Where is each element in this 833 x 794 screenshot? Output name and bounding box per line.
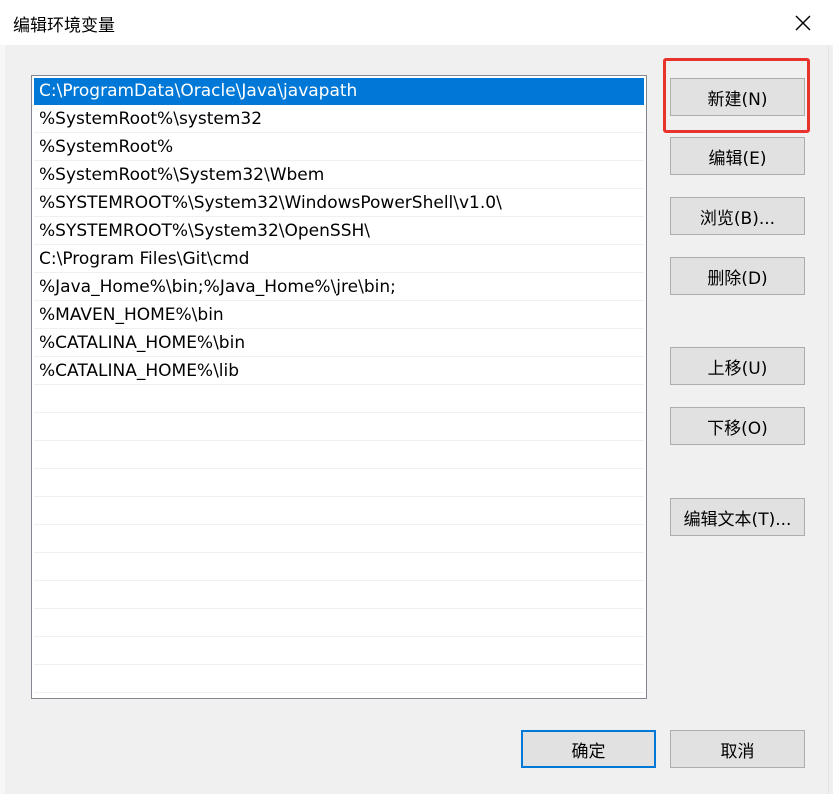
ok-button[interactable]: 确定	[521, 730, 656, 768]
list-item[interactable]: %SYSTEMROOT%\System32\OpenSSH\	[34, 218, 644, 245]
list-item[interactable]: %Java_Home%\bin;%Java_Home%\jre\bin;	[34, 274, 644, 301]
edit-button[interactable]: 编辑(E)	[670, 137, 805, 175]
delete-button[interactable]: 删除(D)	[670, 257, 805, 295]
list-item[interactable]: %SystemRoot%\System32\Wbem	[34, 162, 644, 189]
close-button[interactable]	[773, 0, 833, 45]
background-window-edge	[0, 45, 5, 794]
title-bar: 编辑环境变量	[0, 0, 833, 45]
move-up-button[interactable]: 上移(U)	[670, 347, 805, 385]
close-icon	[795, 15, 811, 30]
list-item[interactable]: C:\ProgramData\Oracle\Java\javapath	[34, 78, 644, 105]
empty-list-row[interactable]	[34, 414, 644, 441]
cancel-button[interactable]: 取消	[670, 730, 805, 768]
empty-list-row[interactable]	[34, 526, 644, 553]
background-window-edge-right	[828, 45, 833, 794]
move-down-button[interactable]: 下移(O)	[670, 407, 805, 445]
empty-list-row[interactable]	[34, 638, 644, 665]
empty-list-row[interactable]	[34, 470, 644, 497]
empty-list-row[interactable]	[34, 610, 644, 637]
new-button[interactable]: 新建(N)	[670, 78, 805, 116]
list-item[interactable]: C:\Program Files\Git\cmd	[34, 246, 644, 273]
edit-text-button[interactable]: 编辑文本(T)...	[670, 498, 805, 536]
empty-list-row[interactable]	[34, 582, 644, 609]
list-item[interactable]: %SystemRoot%	[34, 134, 644, 161]
edit-environment-variable-dialog: 编辑环境变量 C:\ProgramData\Oracle\Java\javapa…	[0, 0, 833, 794]
list-item[interactable]: %MAVEN_HOME%\bin	[34, 302, 644, 329]
list-item[interactable]: %SystemRoot%\system32	[34, 106, 644, 133]
list-item[interactable]: %CATALINA_HOME%\bin	[34, 330, 644, 357]
list-item[interactable]: %CATALINA_HOME%\lib	[34, 358, 644, 385]
empty-list-row[interactable]	[34, 666, 644, 693]
path-list[interactable]: C:\ProgramData\Oracle\Java\javapath %Sys…	[31, 75, 647, 699]
empty-list-row[interactable]	[34, 498, 644, 525]
empty-list-row[interactable]	[34, 442, 644, 469]
empty-list-row[interactable]	[34, 554, 644, 581]
list-item[interactable]: %SYSTEMROOT%\System32\WindowsPowerShell\…	[34, 190, 644, 217]
dialog-title: 编辑环境变量	[13, 16, 115, 36]
empty-list-row[interactable]	[34, 386, 644, 413]
browse-button[interactable]: 浏览(B)...	[670, 197, 805, 235]
